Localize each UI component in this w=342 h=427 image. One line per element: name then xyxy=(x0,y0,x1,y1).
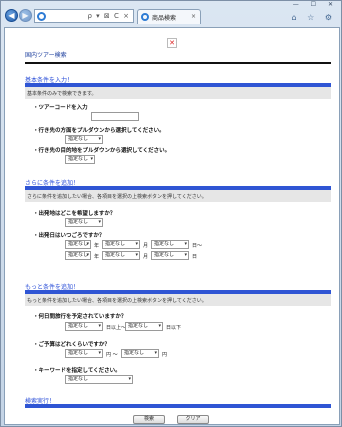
chevron-down-icon: ▾ xyxy=(135,241,138,247)
title-divider xyxy=(25,62,331,64)
date-to-month-select[interactable]: 指定なし ▾ xyxy=(102,251,140,260)
budget-to-value: 指定なし xyxy=(124,350,145,356)
nights-to-suffix: 日以下 xyxy=(166,325,182,331)
browser-window: — ☐ ✕ ◀ ▶ ρ ▾ ⊠ C × 商品検索 × ⌂ ☆ ⚙ ✕ 国内ツアー… xyxy=(0,0,342,427)
keyword-label: ・キーワードを指定してください。 xyxy=(33,368,121,374)
chevron-down-icon: ▾ xyxy=(98,323,101,329)
nights-from-value: 指定なし xyxy=(68,323,89,329)
more-section-description-panel: さらに条件を追加したい場合、各項目を選択の上検索ボタンを押してください。 xyxy=(25,190,331,202)
back-button[interactable]: ◀ xyxy=(5,9,18,22)
nights-label: ・何日間旅行を予定されていますか？ xyxy=(33,314,127,320)
date-to-year-select[interactable]: 指定なし ▾ xyxy=(65,251,91,260)
destination-area-select-value: 指定なし xyxy=(68,136,89,142)
clear-button[interactable]: クリア xyxy=(177,415,209,424)
destination-area-label: ・行き先の方面をプルダウンから選択してください。 xyxy=(33,128,165,134)
keyword-select-value: 指定なし xyxy=(68,376,89,382)
departure-place-select[interactable]: 指定なし ▾ xyxy=(65,218,103,227)
date-from-year-select[interactable]: 指定なし ▾ xyxy=(65,240,91,249)
tab-title: 商品検索 xyxy=(152,15,177,22)
budget-to-select[interactable]: 指定なし ▾ xyxy=(121,349,159,358)
extra-section-description-panel: もっと条件を追加したい場合、各項目を選択の上検索ボタンを押してください。 xyxy=(25,294,331,306)
keyword-select[interactable]: 指定なし ▾ xyxy=(65,375,133,384)
nights-to-select[interactable]: 指定なし ▾ xyxy=(125,322,163,331)
broken-image-icon: ✕ xyxy=(167,38,177,48)
destination-select[interactable]: 指定なし ▾ xyxy=(65,155,95,164)
nights-to-value: 指定なし xyxy=(128,323,149,329)
date-from-month-select[interactable]: 指定なし ▾ xyxy=(102,240,140,249)
date-to-month-suffix: 月 xyxy=(143,254,149,260)
window-controls[interactable]: — ☐ ✕ xyxy=(293,1,338,8)
date-from-day-value: 指定なし xyxy=(154,241,175,247)
nights-from-suffix: 日以上〜 xyxy=(106,325,127,331)
date-to-month-value: 指定なし xyxy=(105,252,126,258)
chevron-down-icon: ▾ xyxy=(128,376,131,382)
forward-button[interactable]: ▶ xyxy=(19,9,32,22)
tab-product-search[interactable]: 商品検索 × xyxy=(137,9,201,24)
chevron-down-icon: ▾ xyxy=(154,350,157,356)
date-to-day-value: 指定なし xyxy=(154,252,175,258)
more-section-description: さらに条件を追加したい場合、各項目を選択の上検索ボタンを押してください。 xyxy=(27,194,207,200)
basic-section-description-panel: 基本条件のみで検索できます。 xyxy=(25,87,331,99)
date-to-day-select[interactable]: 指定なし ▾ xyxy=(151,251,189,260)
date-from-month-suffix: 月 xyxy=(143,243,149,249)
tour-code-label: ・ツアーコードを入力 xyxy=(33,105,88,111)
tour-code-input[interactable] xyxy=(91,112,139,121)
destination-label: ・行き先の目的地をプルダウンから選択してください。 xyxy=(33,148,171,154)
chevron-down-icon: ▾ xyxy=(184,241,187,247)
chevron-down-icon: ▾ xyxy=(98,219,101,225)
chevron-down-icon: ▾ xyxy=(90,156,93,162)
ie-icon xyxy=(37,12,46,21)
date-from-month-value: 指定なし xyxy=(105,241,126,247)
page-title: 国内ツアー検索 xyxy=(25,52,67,59)
date-to-year-value: 指定なし xyxy=(68,252,89,258)
tab-close-icon[interactable]: × xyxy=(191,13,196,20)
budget-from-select[interactable]: 指定なし ▾ xyxy=(65,349,103,358)
budget-from-suffix: 円 〜 xyxy=(106,352,118,358)
chevron-down-icon: ▾ xyxy=(184,252,187,258)
search-section-bar xyxy=(25,404,331,408)
date-from-day-suffix: 日〜 xyxy=(192,243,203,249)
page-viewport: ✕ 国内ツアー検索 基本条件を入力！ 基本条件のみで検索できます。 ・ツアーコー… xyxy=(4,27,340,425)
chevron-down-icon: ▾ xyxy=(86,241,89,247)
address-bar[interactable]: ρ ▾ ⊠ C × xyxy=(34,9,134,23)
date-from-year-suffix: 年 xyxy=(94,243,100,249)
budget-label: ・ご予算はどれくらいですか？ xyxy=(33,342,110,348)
extra-section-description: もっと条件を追加したい場合、各項目を選択の上検索ボタンを押してください。 xyxy=(27,298,207,304)
departure-place-label: ・出発地はどこを希望しますか？ xyxy=(33,211,116,217)
departure-date-label: ・出発日はいつごろですか？ xyxy=(33,233,105,239)
date-to-day-suffix: 日 xyxy=(192,254,198,260)
search-button[interactable]: 検索 xyxy=(133,415,165,424)
departure-place-select-value: 指定なし xyxy=(68,219,89,225)
nights-from-select[interactable]: 指定なし ▾ xyxy=(65,322,103,331)
chevron-down-icon: ▾ xyxy=(98,136,101,142)
budget-to-suffix: 円 xyxy=(162,352,168,358)
address-bar-icons[interactable]: ρ ▾ ⊠ C × xyxy=(88,12,130,20)
destination-area-select[interactable]: 指定なし ▾ xyxy=(65,135,103,144)
date-from-day-select[interactable]: 指定なし ▾ xyxy=(151,240,189,249)
destination-select-value: 指定なし xyxy=(68,156,89,162)
chevron-down-icon: ▾ xyxy=(158,323,161,329)
date-from-year-value: 指定なし xyxy=(68,241,89,247)
toolbar-icons[interactable]: ⌂ ☆ ⚙ xyxy=(291,13,336,22)
tab-ie-icon xyxy=(141,13,149,21)
basic-section-description: 基本条件のみで検索できます。 xyxy=(27,91,97,97)
chevron-down-icon: ▾ xyxy=(98,350,101,356)
chevron-down-icon: ▾ xyxy=(135,252,138,258)
budget-from-value: 指定なし xyxy=(68,350,89,356)
date-to-year-suffix: 年 xyxy=(94,254,100,260)
chevron-down-icon: ▾ xyxy=(86,252,89,258)
